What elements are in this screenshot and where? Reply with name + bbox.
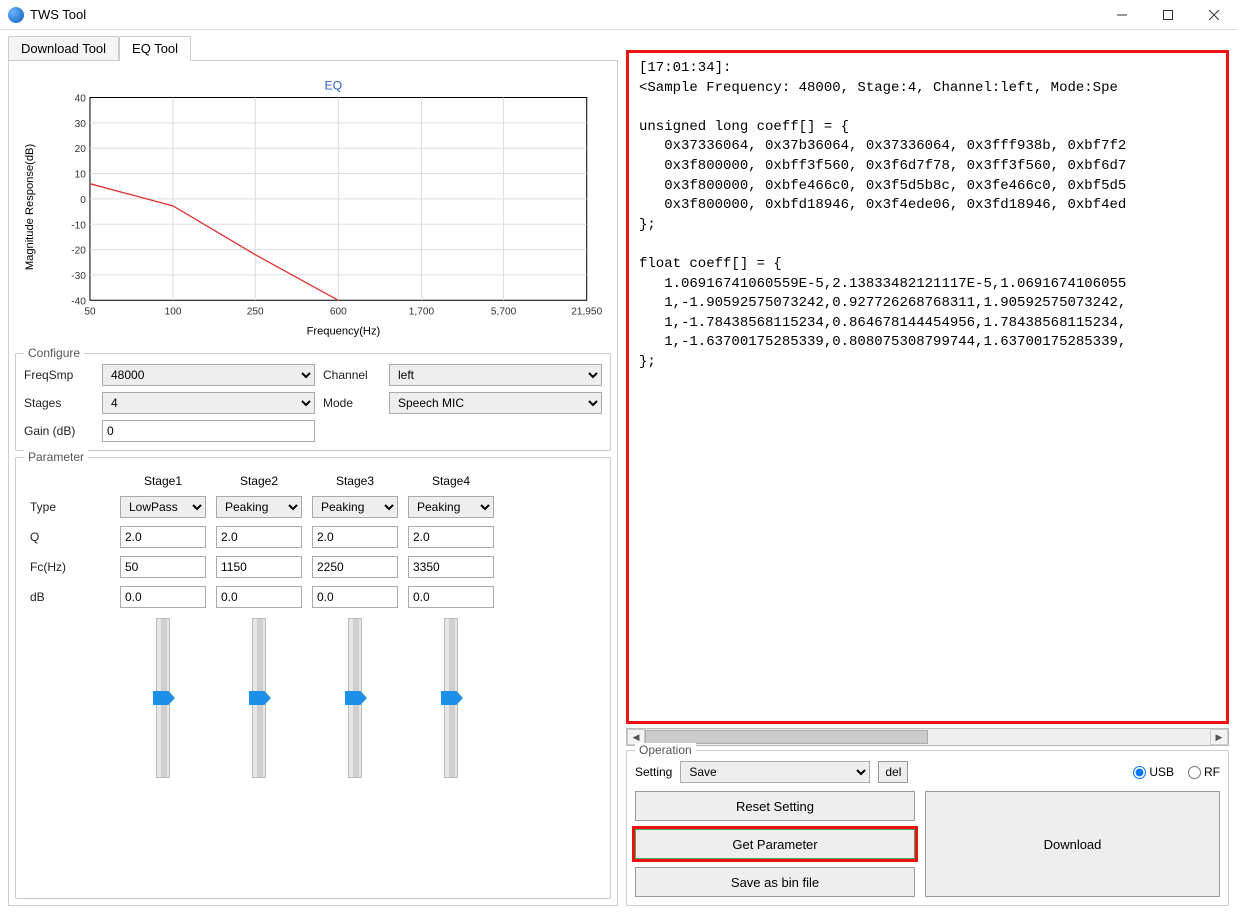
window-title: TWS Tool bbox=[30, 7, 86, 22]
stage4-slider[interactable] bbox=[444, 618, 458, 778]
mode-select[interactable]: Speech MIC bbox=[389, 392, 602, 414]
svg-text:-10: -10 bbox=[71, 220, 86, 231]
svg-text:600: 600 bbox=[330, 306, 347, 317]
tab-download-tool[interactable]: Download Tool bbox=[8, 36, 119, 61]
tab-eq-tool[interactable]: EQ Tool bbox=[119, 36, 191, 61]
close-button[interactable] bbox=[1191, 0, 1237, 30]
stage1-slider[interactable] bbox=[156, 618, 170, 778]
stage2-slider[interactable] bbox=[252, 618, 266, 778]
stage3-db[interactable] bbox=[312, 586, 398, 608]
tab-row: Download Tool EQ Tool bbox=[8, 36, 618, 61]
svg-text:10: 10 bbox=[75, 170, 87, 181]
gain-label: Gain (dB) bbox=[24, 424, 94, 438]
freqsmp-label: FreqSmp bbox=[24, 368, 94, 382]
rf-radio[interactable]: RF bbox=[1188, 765, 1220, 779]
svg-text:0: 0 bbox=[80, 195, 86, 206]
channel-select[interactable]: left bbox=[389, 364, 602, 386]
svg-text:50: 50 bbox=[84, 306, 96, 317]
save-bin-button[interactable]: Save as bin file bbox=[635, 867, 915, 897]
usb-radio[interactable]: USB bbox=[1133, 765, 1174, 779]
setting-select[interactable]: Save bbox=[680, 761, 870, 783]
reset-setting-button[interactable]: Reset Setting bbox=[635, 791, 915, 821]
del-button[interactable]: del bbox=[878, 761, 908, 783]
svg-text:40: 40 bbox=[75, 94, 87, 105]
svg-text:30: 30 bbox=[75, 119, 87, 130]
stage4-type[interactable]: Peaking bbox=[408, 496, 494, 518]
mode-label: Mode bbox=[323, 396, 381, 410]
stage-header-1: Stage1 bbox=[120, 474, 206, 488]
stage3-type[interactable]: Peaking bbox=[312, 496, 398, 518]
svg-text:100: 100 bbox=[165, 306, 182, 317]
stage2-q[interactable] bbox=[216, 526, 302, 548]
parameter-title: Parameter bbox=[24, 450, 88, 464]
configure-group: Configure FreqSmp 48000 Channel left Sta… bbox=[15, 353, 611, 451]
minimize-button[interactable] bbox=[1099, 0, 1145, 30]
get-parameter-button[interactable]: Get Parameter bbox=[635, 829, 915, 859]
axis-y-label: Magnitude Response(dB) bbox=[24, 144, 36, 271]
app-icon bbox=[8, 7, 24, 23]
svg-text:1,700: 1,700 bbox=[409, 306, 435, 317]
stage3-slider[interactable] bbox=[348, 618, 362, 778]
stage-header-3: Stage3 bbox=[312, 474, 398, 488]
output-panel: [17:01:34]: <Sample Frequency: 48000, St… bbox=[626, 50, 1229, 724]
eq-chart: EQ Magnitude Response(dB) Frequency(Hz) bbox=[15, 67, 611, 347]
row-q-label: Q bbox=[30, 530, 110, 544]
stage1-db[interactable] bbox=[120, 586, 206, 608]
axis-x-label: Frequency(Hz) bbox=[307, 326, 381, 338]
row-fc-label: Fc(Hz) bbox=[30, 560, 110, 574]
svg-text:-20: -20 bbox=[71, 246, 86, 257]
title-bar: TWS Tool bbox=[0, 0, 1237, 30]
download-button[interactable]: Download bbox=[925, 791, 1220, 897]
freqsmp-select[interactable]: 48000 bbox=[102, 364, 315, 386]
svg-text:5,700: 5,700 bbox=[491, 306, 517, 317]
svg-text:20: 20 bbox=[75, 144, 87, 155]
stages-label: Stages bbox=[24, 396, 94, 410]
svg-text:21,950: 21,950 bbox=[571, 306, 602, 317]
gain-input[interactable] bbox=[102, 420, 315, 442]
scroll-right-icon[interactable]: ▶ bbox=[1210, 729, 1228, 745]
parameter-group: Parameter Stage1 Stage2 Stage3 Stage4 Ty… bbox=[15, 457, 611, 899]
configure-title: Configure bbox=[24, 346, 84, 360]
tab-body: EQ Magnitude Response(dB) Frequency(Hz) bbox=[8, 60, 618, 906]
operation-title: Operation bbox=[635, 743, 696, 757]
stages-select[interactable]: 4 bbox=[102, 392, 315, 414]
stage3-q[interactable] bbox=[312, 526, 398, 548]
operation-group: Operation Setting Save del USB RF Reset … bbox=[626, 750, 1229, 906]
stage3-fc[interactable] bbox=[312, 556, 398, 578]
stage1-type[interactable]: LowPass bbox=[120, 496, 206, 518]
stage4-db[interactable] bbox=[408, 586, 494, 608]
row-type-label: Type bbox=[30, 500, 110, 514]
stage1-fc[interactable] bbox=[120, 556, 206, 578]
svg-text:-30: -30 bbox=[71, 271, 86, 282]
stage2-type[interactable]: Peaking bbox=[216, 496, 302, 518]
output-h-scrollbar[interactable]: ◀ ▶ bbox=[626, 728, 1229, 746]
stage4-q[interactable] bbox=[408, 526, 494, 548]
maximize-button[interactable] bbox=[1145, 0, 1191, 30]
stage2-fc[interactable] bbox=[216, 556, 302, 578]
stage-header-2: Stage2 bbox=[216, 474, 302, 488]
setting-label: Setting bbox=[635, 765, 672, 779]
channel-label: Channel bbox=[323, 368, 381, 382]
svg-text:250: 250 bbox=[247, 306, 264, 317]
chart-title: EQ bbox=[324, 78, 342, 92]
stage-header-4: Stage4 bbox=[408, 474, 494, 488]
stage1-q[interactable] bbox=[120, 526, 206, 548]
stage2-db[interactable] bbox=[216, 586, 302, 608]
row-db-label: dB bbox=[30, 590, 110, 604]
stage4-fc[interactable] bbox=[408, 556, 494, 578]
